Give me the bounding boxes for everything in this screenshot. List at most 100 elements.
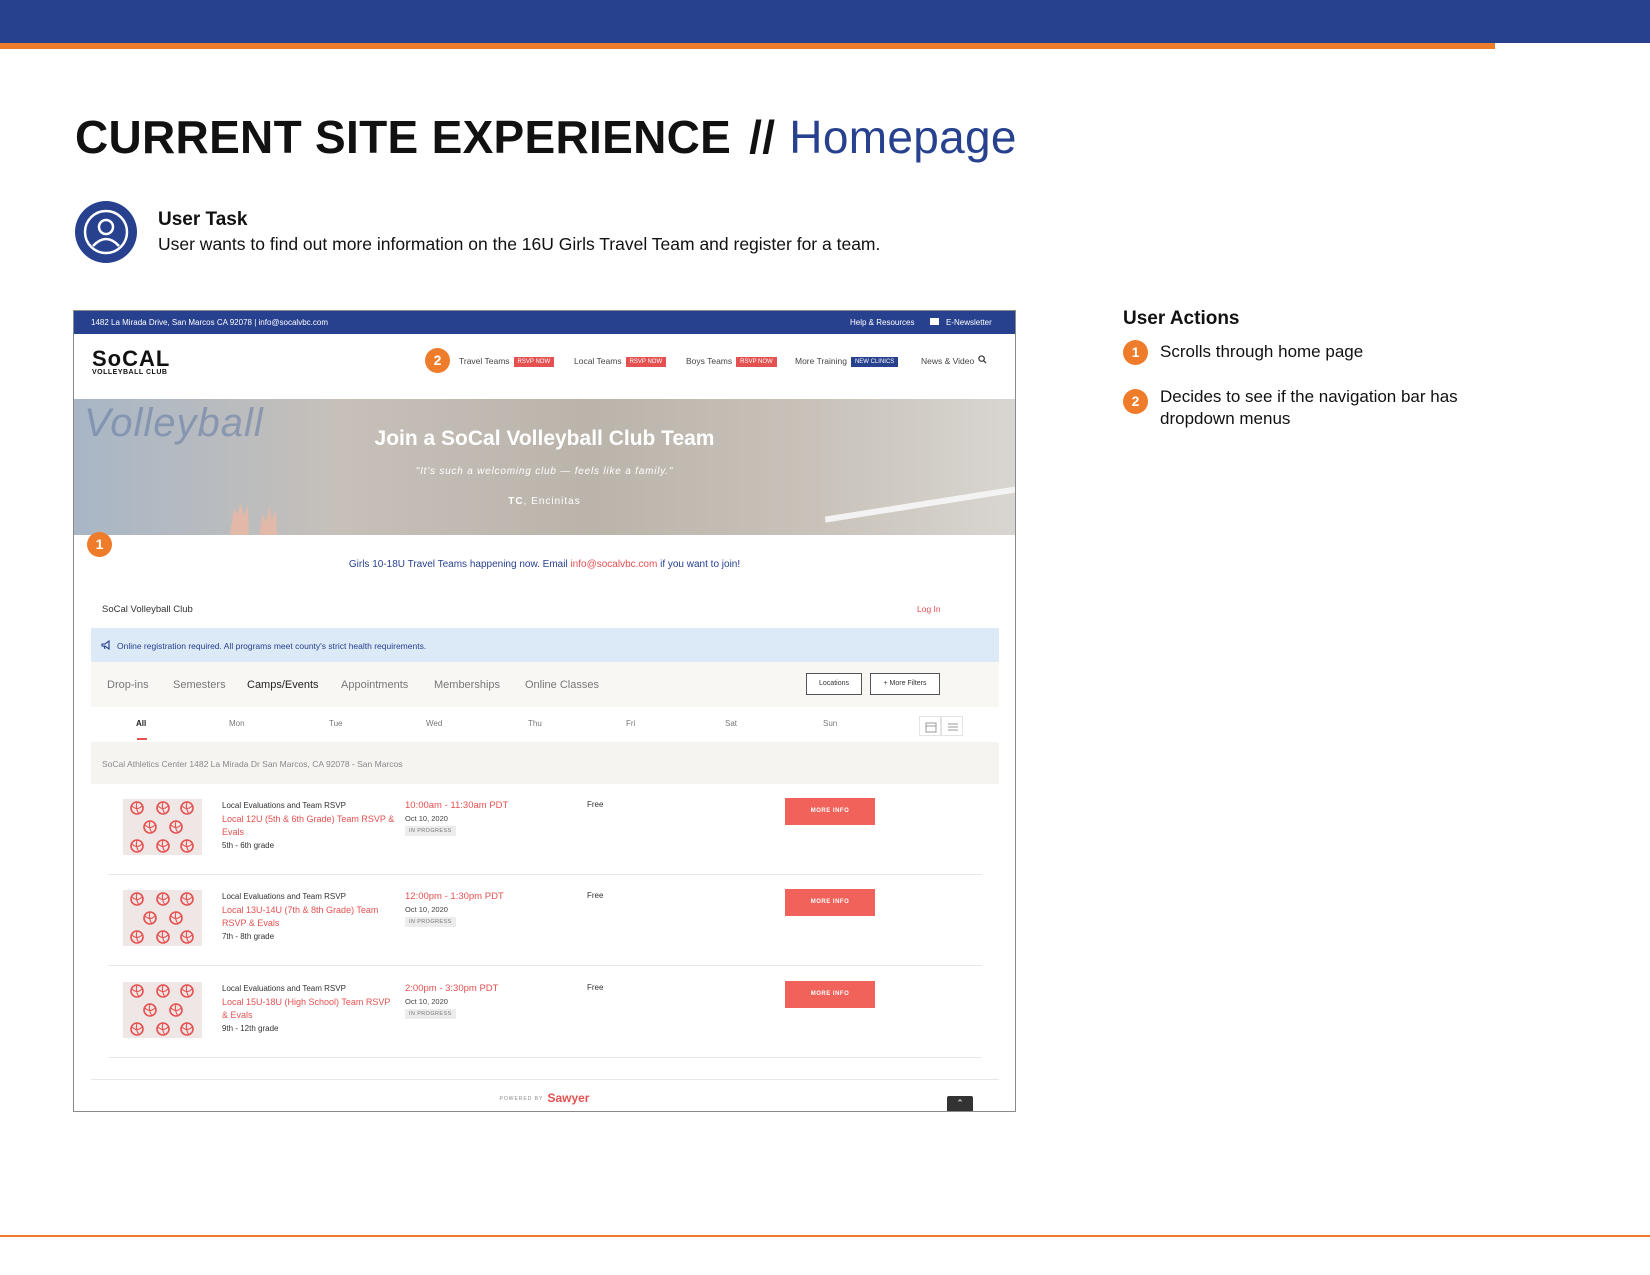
chevron-up-icon: ⌃ xyxy=(956,1098,964,1108)
notice-text: Online registration required. All progra… xyxy=(117,641,427,651)
nav-boys-teams[interactable]: Boys Teams RSVP NOW xyxy=(686,356,777,367)
site-screenshot: 1482 La Mirada Drive, San Marcos CA 9207… xyxy=(73,310,1016,1112)
event-date: Oct 10, 2020 xyxy=(405,814,448,823)
event-row: Local Evaluations and Team RSVP Local 15… xyxy=(108,967,982,1058)
tab-drop-ins[interactable]: Drop-ins xyxy=(107,679,149,691)
day-sun[interactable]: Sun xyxy=(823,719,837,728)
volleyball-pattern xyxy=(130,801,194,853)
event-row: Local Evaluations and Team RSVP Local 12… xyxy=(108,784,982,875)
login-link[interactable]: Log In xyxy=(917,604,941,614)
event-price: Free xyxy=(587,983,604,992)
site-address: 1482 La Mirada Drive, San Marcos CA 9207… xyxy=(91,318,328,327)
day-mon[interactable]: Mon xyxy=(229,719,245,728)
volleyball-thumbnail xyxy=(123,799,202,855)
site-logo[interactable]: SoCAL VOLLEYBALL CLUB xyxy=(92,346,171,377)
location-header: SoCal Athletics Center 1482 La Mirada Dr… xyxy=(91,742,999,784)
event-date: Oct 10, 2020 xyxy=(405,997,448,1006)
hero-title: Join a SoCal Volleyball Club Team xyxy=(374,427,715,450)
site-topbar: 1482 La Mirada Drive, San Marcos CA 9207… xyxy=(74,311,1015,334)
day-fri[interactable]: Fri xyxy=(626,719,635,728)
nav-label: News & Video xyxy=(921,356,975,366)
author-initials: TC xyxy=(508,496,524,507)
more-info-button[interactable]: MORE INFO xyxy=(785,981,875,1008)
nav-label: Travel Teams xyxy=(459,356,510,366)
step-marker-2: 2 xyxy=(425,348,450,373)
more-info-button[interactable]: MORE INFO xyxy=(785,798,875,825)
club-name: SoCal Volleyball Club xyxy=(102,604,193,615)
footer-divider xyxy=(91,1079,999,1080)
tab-semesters[interactable]: Semesters xyxy=(173,679,226,691)
event-category: Local Evaluations and Team RSVP xyxy=(222,984,346,993)
hero-banner: Volleyball Join a SoCal Volleyball Club … xyxy=(74,399,1015,535)
active-day-underline xyxy=(137,738,147,740)
page-title: CURRENT SITE EXPERIENCE //Homepage xyxy=(75,110,1017,164)
help-resources-link[interactable]: Help & Resources xyxy=(850,318,914,327)
event-category: Local Evaluations and Team RSVP xyxy=(222,801,346,810)
event-name-link[interactable]: Local 13U-14U (7th & 8th Grade) Team RSV… xyxy=(222,904,397,930)
nav-more-training[interactable]: More Training NEW CLINICS xyxy=(795,356,899,367)
hero-quote: "It's such a welcoming club — feels like… xyxy=(415,466,674,477)
author-city: , Encinitas xyxy=(523,496,581,507)
nav-badge: RSVP NOW xyxy=(625,357,667,367)
more-info-button[interactable]: MORE INFO xyxy=(785,889,875,916)
announcement-email-link[interactable]: info@socalvbc.com xyxy=(570,559,657,570)
announcement-text: Girls 10-18U Travel Teams happening now.… xyxy=(348,559,571,570)
list-view-button[interactable] xyxy=(941,716,963,736)
list-icon xyxy=(948,723,958,731)
day-filter: All Mon Tue Wed Thu Fri Sat Sun xyxy=(91,707,999,742)
action-marker-1: 1 xyxy=(1123,340,1148,365)
nav-label: More Training xyxy=(795,356,847,366)
locations-filter-button[interactable]: Locations xyxy=(806,673,862,695)
tab-memberships[interactable]: Memberships xyxy=(434,679,500,691)
day-wed[interactable]: Wed xyxy=(426,719,442,728)
event-price: Free xyxy=(587,891,604,900)
scroll-to-top-button[interactable]: ⌃ xyxy=(947,1096,973,1111)
user-actions-title: User Actions xyxy=(1123,308,1240,329)
nav-label: Local Teams xyxy=(574,356,622,366)
user-icon xyxy=(75,201,137,263)
nav-label: Boys Teams xyxy=(686,356,733,366)
user-task-title: User Task xyxy=(158,209,248,230)
event-name-link[interactable]: Local 12U (5th & 6th Grade) Team RSVP & … xyxy=(222,813,397,839)
user-action-2: Decides to see if the navigation bar has… xyxy=(1160,387,1458,428)
status-badge: IN PROGRESS xyxy=(405,1009,456,1019)
tab-online-classes[interactable]: Online Classes xyxy=(525,679,599,691)
day-thu[interactable]: Thu xyxy=(528,719,542,728)
volleyball-pattern xyxy=(130,892,194,944)
hero-author: TC, Encinitas xyxy=(74,496,1015,507)
calendar-view-button[interactable] xyxy=(919,716,941,736)
more-filters-button[interactable]: + More Filters xyxy=(870,673,940,695)
event-grade: 5th - 6th grade xyxy=(222,841,275,850)
nav-travel-teams[interactable]: Travel Teams RSVP NOW xyxy=(459,356,555,367)
day-tue[interactable]: Tue xyxy=(329,719,343,728)
volleyball-thumbnail xyxy=(123,982,202,1038)
program-tabs: Drop-ins Semesters Camps/Events Appointm… xyxy=(91,662,999,707)
page-title-bold: CURRENT SITE EXPERIENCE xyxy=(75,111,732,163)
logo-line2: VOLLEYBALL CLUB xyxy=(92,369,168,376)
day-sat[interactable]: Sat xyxy=(725,719,737,728)
nav-badge: RSVP NOW xyxy=(513,357,555,367)
nav-news-video[interactable]: News & Video xyxy=(921,356,974,366)
tab-camps-events[interactable]: Camps/Events xyxy=(247,679,319,691)
nav-local-teams[interactable]: Local Teams RSVP NOW xyxy=(574,356,667,367)
event-grade: 7th - 8th grade xyxy=(222,932,275,941)
event-time: 2:00pm - 3:30pm PDT xyxy=(405,983,499,994)
announcement: Girls 10-18U Travel Teams happening now.… xyxy=(74,559,1015,570)
status-badge: IN PROGRESS xyxy=(405,917,456,927)
powered-by: POWERED BY Sawyer xyxy=(74,1089,1015,1107)
logo-line1: SoCAL xyxy=(92,346,171,371)
enewsletter-link[interactable]: E-Newsletter xyxy=(946,318,992,327)
day-all[interactable]: All xyxy=(136,719,146,728)
location-text: SoCal Athletics Center 1482 La Mirada Dr… xyxy=(102,759,403,769)
action-marker-2: 2 xyxy=(1123,389,1148,414)
tab-appointments[interactable]: Appointments xyxy=(341,679,408,691)
search-icon[interactable] xyxy=(978,355,987,364)
volleyball-thumbnail xyxy=(123,890,202,946)
event-name-link[interactable]: Local 15U-18U (High School) Team RSVP & … xyxy=(222,996,397,1022)
notice-banner: Online registration required. All progra… xyxy=(91,628,999,662)
event-price: Free xyxy=(587,800,604,809)
event-grade: 9th - 12th grade xyxy=(222,1024,279,1033)
nav-badge: NEW CLINICS xyxy=(850,357,899,367)
sawyer-logo[interactable]: Sawyer xyxy=(547,1091,589,1105)
top-band xyxy=(0,0,1650,43)
